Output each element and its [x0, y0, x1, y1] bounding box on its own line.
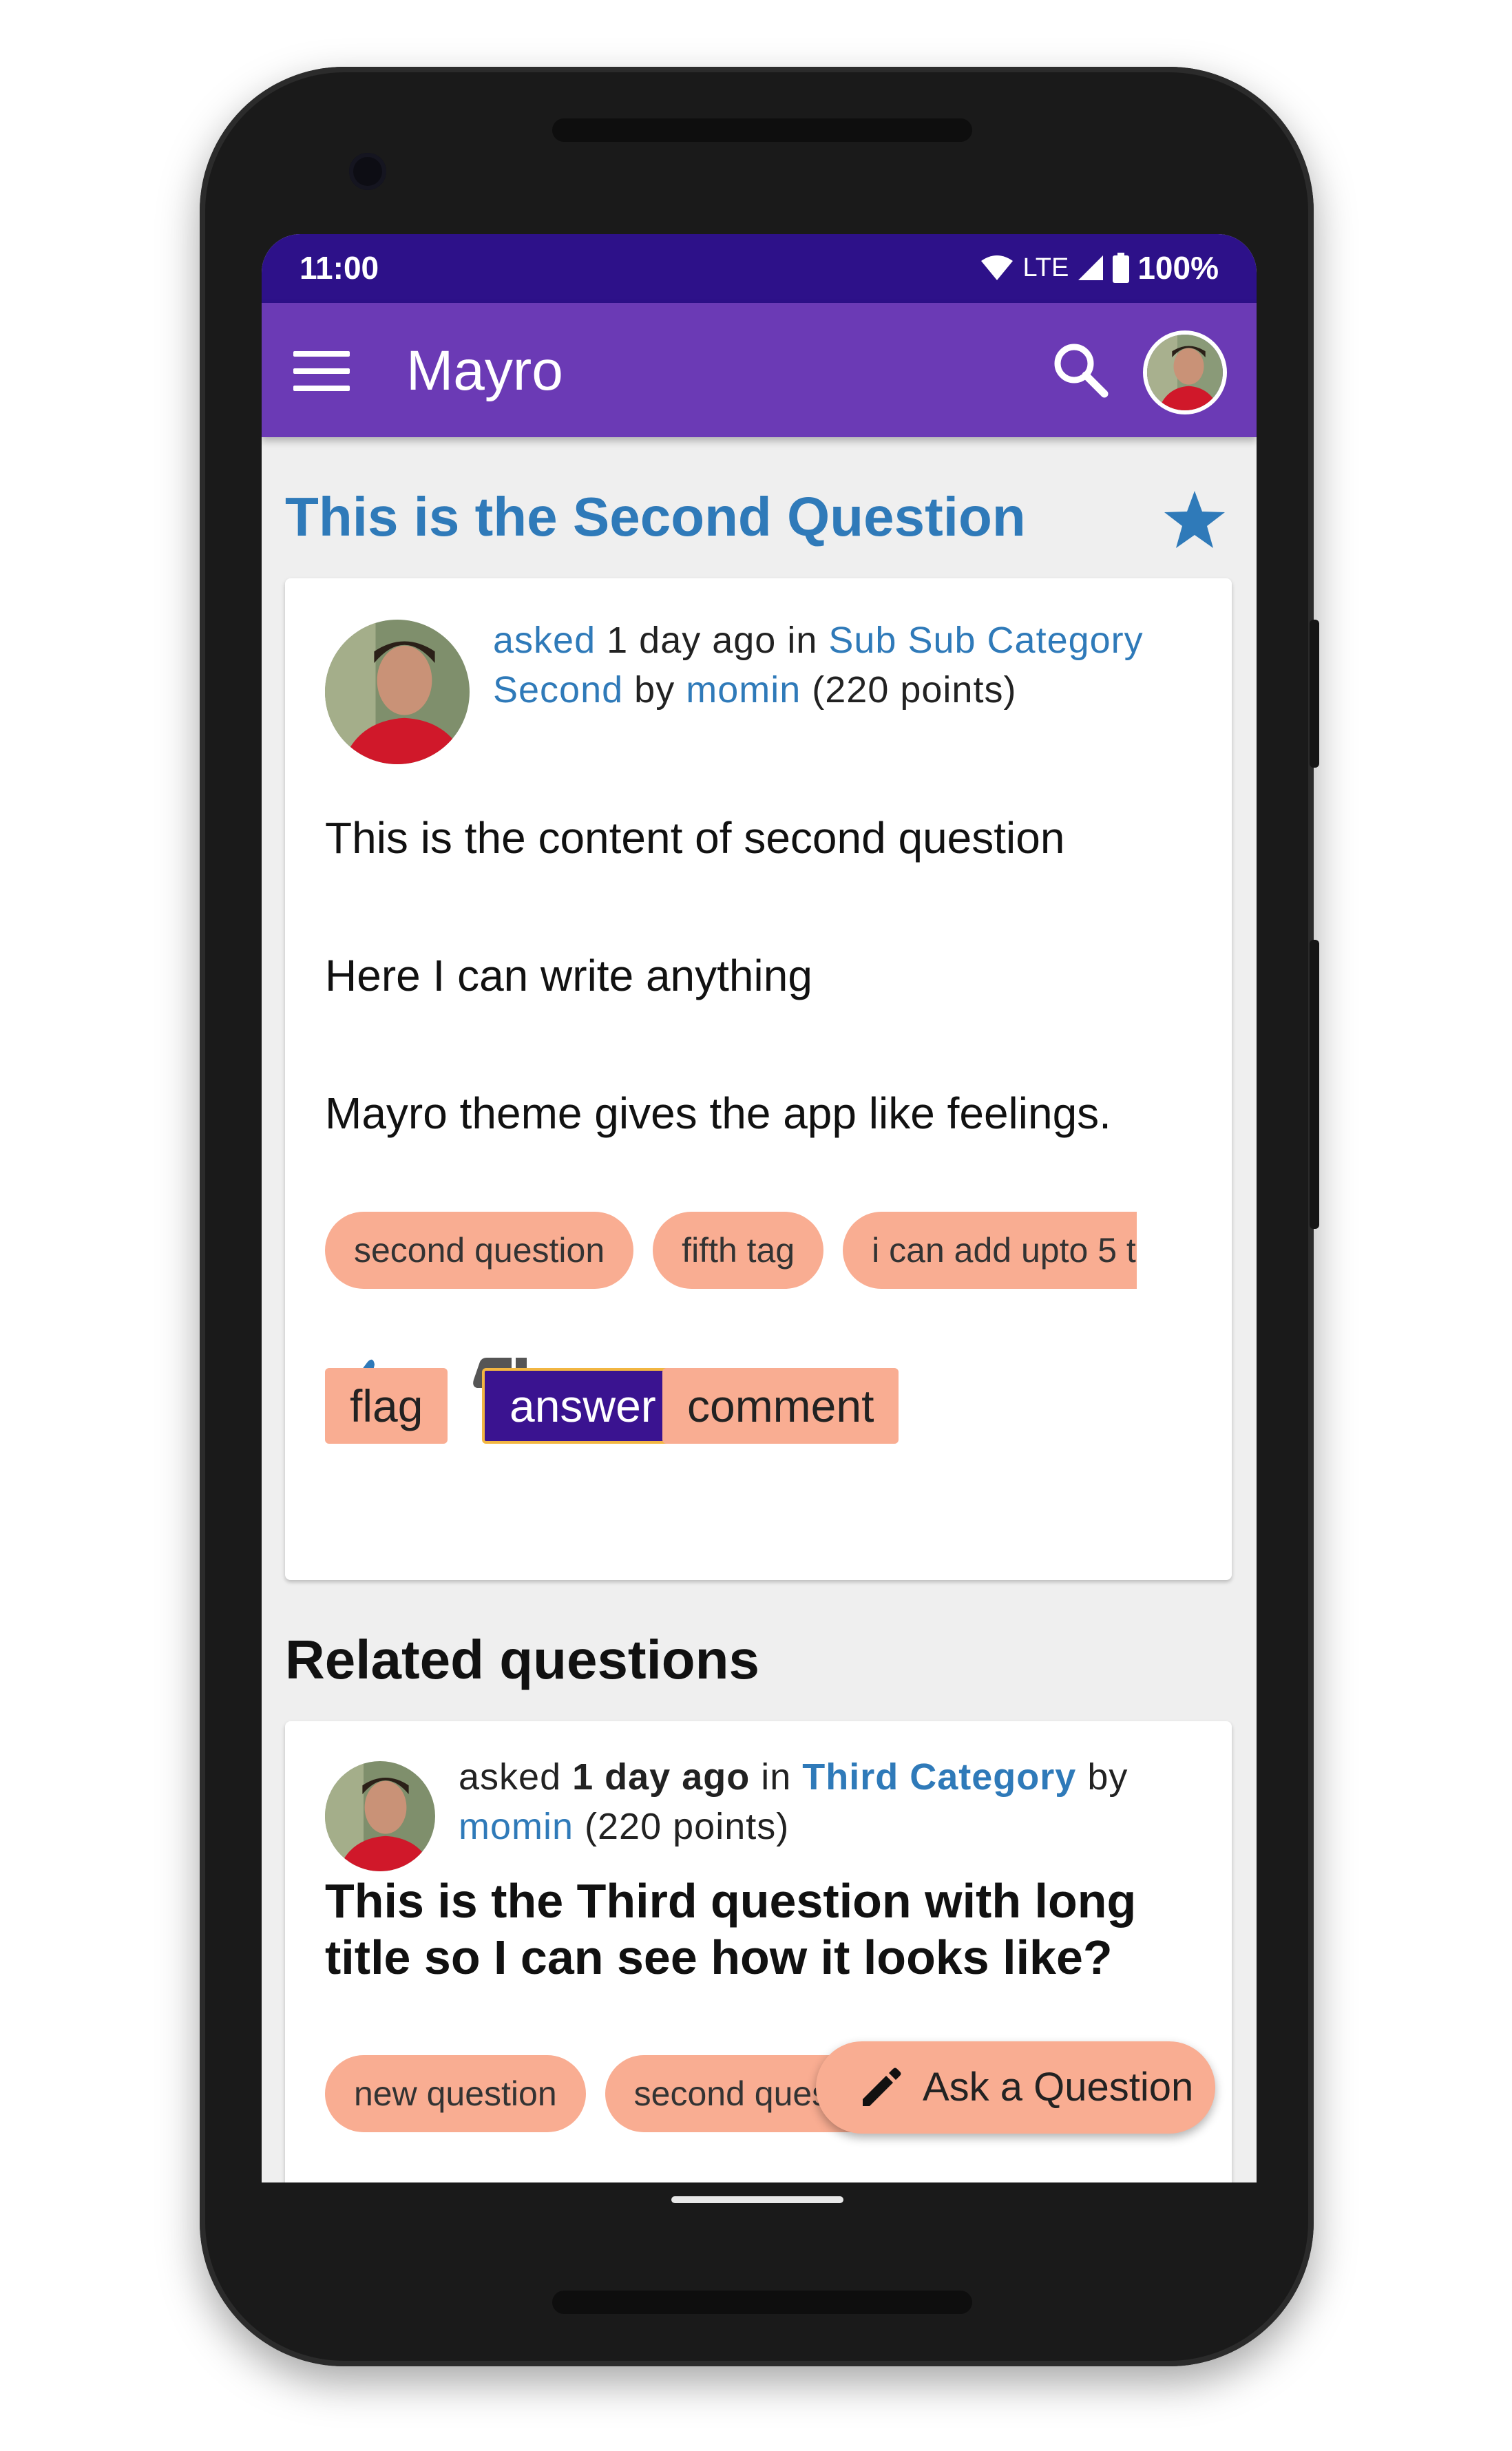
author-points: (220 points)	[812, 669, 1017, 711]
ask-question-label: Ask a Question	[923, 2065, 1194, 2110]
author-avatar[interactable]	[325, 1761, 435, 1871]
battery-icon	[1113, 253, 1130, 283]
by-label: by	[634, 669, 675, 711]
by-label: by	[1087, 1756, 1128, 1798]
asked-time: 1 day ago	[572, 1756, 750, 1798]
content-line: Mayro theme gives the app like feelings.	[325, 1088, 1111, 1138]
home-indicator[interactable]	[671, 2196, 843, 2203]
question-card: asked 1 day ago in Sub Sub Category Seco…	[285, 578, 1232, 1580]
author-link[interactable]: momin	[459, 1806, 574, 1847]
star-icon[interactable]	[1160, 485, 1229, 554]
question-tags: second question fifth tag i can add upto…	[325, 1212, 1137, 1289]
status-bar: 11:00 LTE 100%	[262, 234, 1257, 303]
top-speaker	[552, 118, 972, 142]
status-icons: LTE 100%	[980, 249, 1219, 286]
search-icon[interactable]	[1047, 336, 1115, 405]
related-question-title[interactable]: This is the Third question with long tit…	[325, 1873, 1151, 1986]
category-link[interactable]: Third Category	[802, 1756, 1076, 1798]
author-link[interactable]: momin	[686, 669, 801, 711]
wifi-icon	[981, 255, 1014, 280]
front-camera	[349, 153, 386, 190]
asked-link[interactable]: asked	[493, 620, 596, 661]
tag-chip[interactable]: second question	[325, 1212, 634, 1289]
tag-chip[interactable]: new question	[325, 2055, 586, 2132]
status-time: 11:00	[300, 250, 379, 286]
menu-icon[interactable]	[293, 351, 350, 394]
signal-icon	[1078, 255, 1104, 280]
comment-button[interactable]: comment	[662, 1368, 899, 1444]
volume-button	[1310, 940, 1319, 1229]
user-avatar-image	[1147, 335, 1223, 410]
question-title: This is the Second Question	[285, 486, 1026, 547]
bottom-speaker	[552, 2291, 972, 2314]
related-heading: Related questions	[285, 1629, 760, 1690]
network-label: LTE	[1022, 253, 1069, 282]
author-avatar-image	[325, 620, 470, 764]
in-label: in	[761, 1756, 792, 1798]
content-line: Here I can write anything	[325, 951, 812, 1000]
author-avatar[interactable]	[325, 620, 470, 764]
battery-level: 100%	[1137, 250, 1219, 286]
app-screen: 11:00 LTE 100% Mayro This is the Second …	[262, 234, 1257, 2182]
category-link[interactable]: Sub Sub Category	[828, 620, 1143, 661]
author-points: (220 points)	[585, 1806, 790, 1847]
asked-time: 1 day ago in	[607, 620, 818, 661]
tag-chip[interactable]: i can add upto 5 tags	[843, 1212, 1137, 1289]
asked-label: asked	[459, 1756, 562, 1798]
ask-question-button[interactable]: Ask a Question	[816, 2041, 1215, 2134]
user-avatar[interactable]	[1143, 330, 1227, 414]
related-meta: asked 1 day ago in Third Category by mom…	[459, 1752, 1202, 1851]
flag-button[interactable]: flag	[325, 1368, 448, 1444]
question-meta: asked 1 day ago in Sub Sub Category Seco…	[493, 616, 1209, 715]
category-link-cont[interactable]: Second	[493, 669, 623, 711]
app-title: Mayro	[406, 339, 563, 402]
content-line: This is the content of second question	[325, 813, 1065, 863]
tag-chip[interactable]: fifth tag	[653, 1212, 824, 1289]
app-bar: Mayro	[262, 303, 1257, 437]
author-avatar-image	[325, 1761, 435, 1871]
answer-button[interactable]: answer	[482, 1368, 684, 1444]
pencil-icon	[863, 2068, 901, 2106]
power-button	[1310, 620, 1319, 768]
